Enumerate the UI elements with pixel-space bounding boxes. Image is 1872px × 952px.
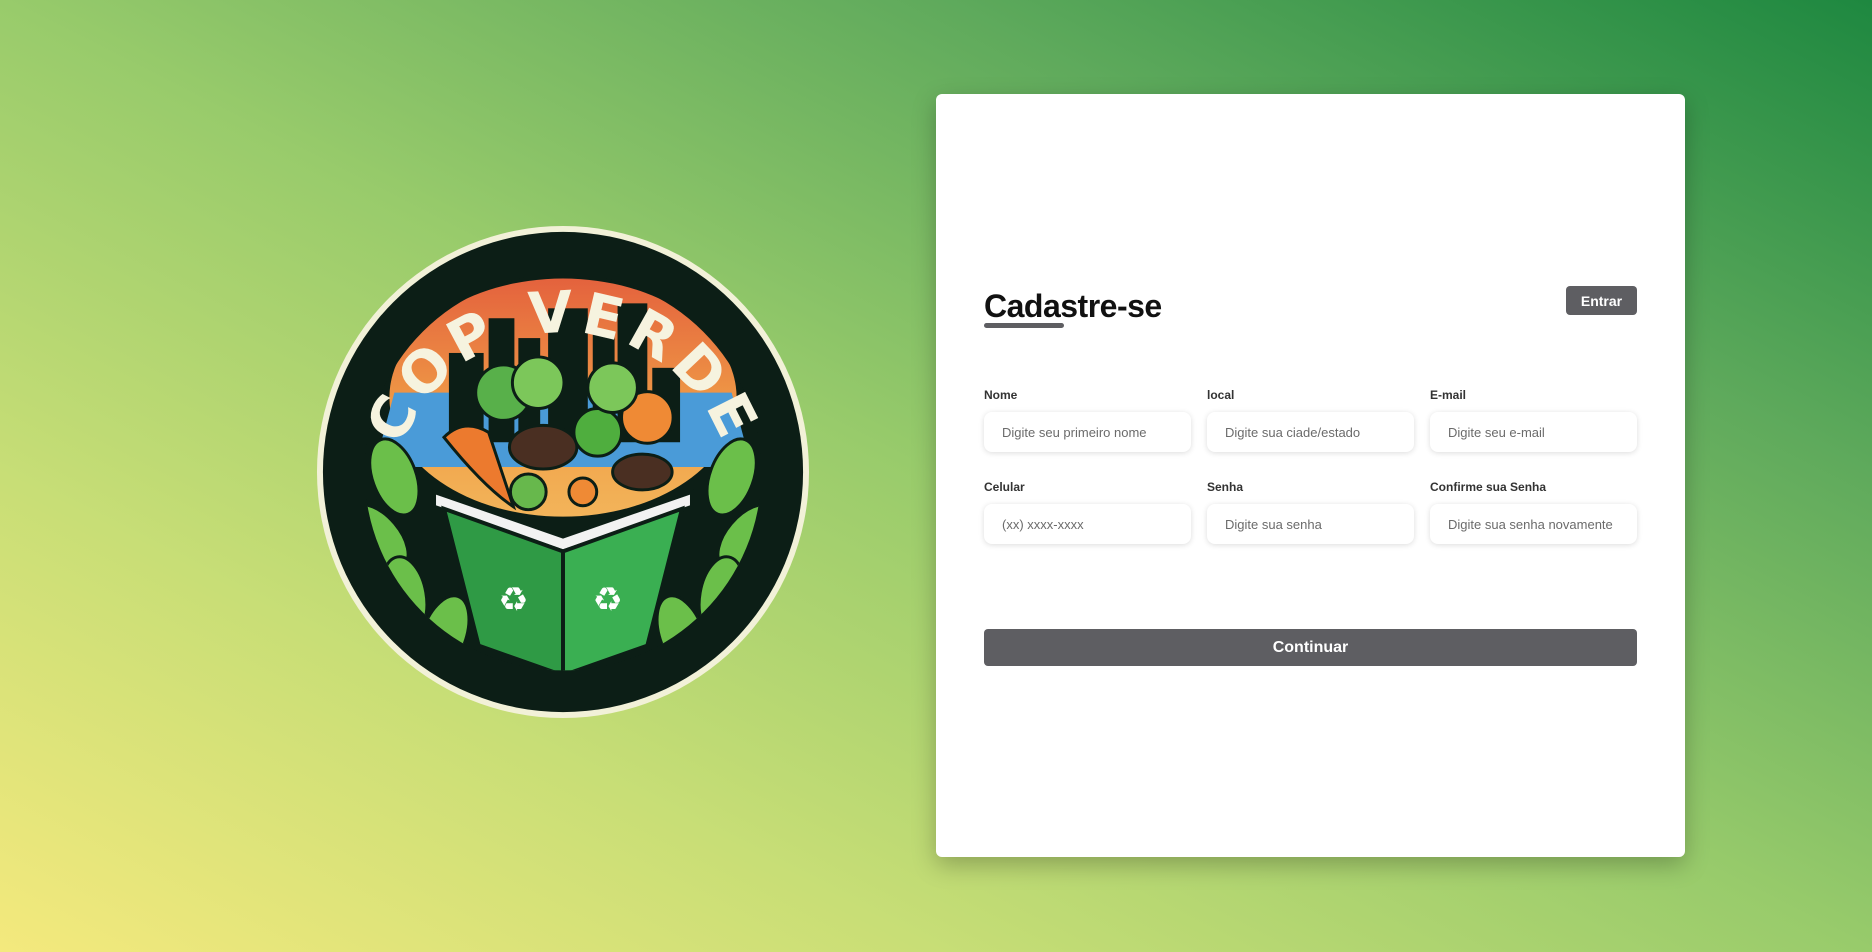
field-label: Nome — [984, 388, 1018, 402]
password-input[interactable] — [1207, 504, 1414, 544]
field-celular: Celular — [984, 480, 1191, 544]
phone-input[interactable] — [984, 504, 1191, 544]
cop-verde-logo: ♻ ♻ COP VERDE — [315, 219, 811, 725]
signup-form-grid: Nome local E-mail Celular Senha Confirme… — [984, 388, 1637, 544]
field-nome: Nome — [984, 388, 1191, 452]
field-senha: Senha — [1207, 480, 1414, 544]
field-local: local — [1207, 388, 1414, 452]
field-email: E-mail — [1430, 388, 1637, 452]
location-input[interactable] — [1207, 412, 1414, 452]
card-header: Cadastre-se Entrar — [984, 286, 1637, 336]
first-name-input[interactable] — [984, 412, 1191, 452]
field-label: Celular — [984, 480, 1025, 494]
svg-text:♻: ♻ — [498, 580, 528, 619]
signup-card: Cadastre-se Entrar Nome local E-mail Cel… — [936, 94, 1685, 857]
field-label: E-mail — [1430, 388, 1467, 402]
confirm-password-input[interactable] — [1430, 504, 1637, 544]
recycle-bin-with-vegetables-logo-icon: ♻ ♻ COP VERDE — [316, 225, 810, 719]
field-label: Confirme sua Senha — [1430, 480, 1547, 494]
field-label: local — [1207, 388, 1235, 402]
svg-text:♻: ♻ — [593, 580, 623, 619]
email-input[interactable] — [1430, 412, 1637, 452]
enter-button[interactable]: Entrar — [1566, 286, 1637, 315]
continue-button[interactable]: Continuar — [984, 629, 1637, 666]
field-confirm-senha: Confirme sua Senha — [1430, 480, 1637, 544]
page-title: Cadastre-se — [984, 288, 1162, 324]
title-underline — [984, 323, 1064, 328]
field-label: Senha — [1207, 480, 1244, 494]
